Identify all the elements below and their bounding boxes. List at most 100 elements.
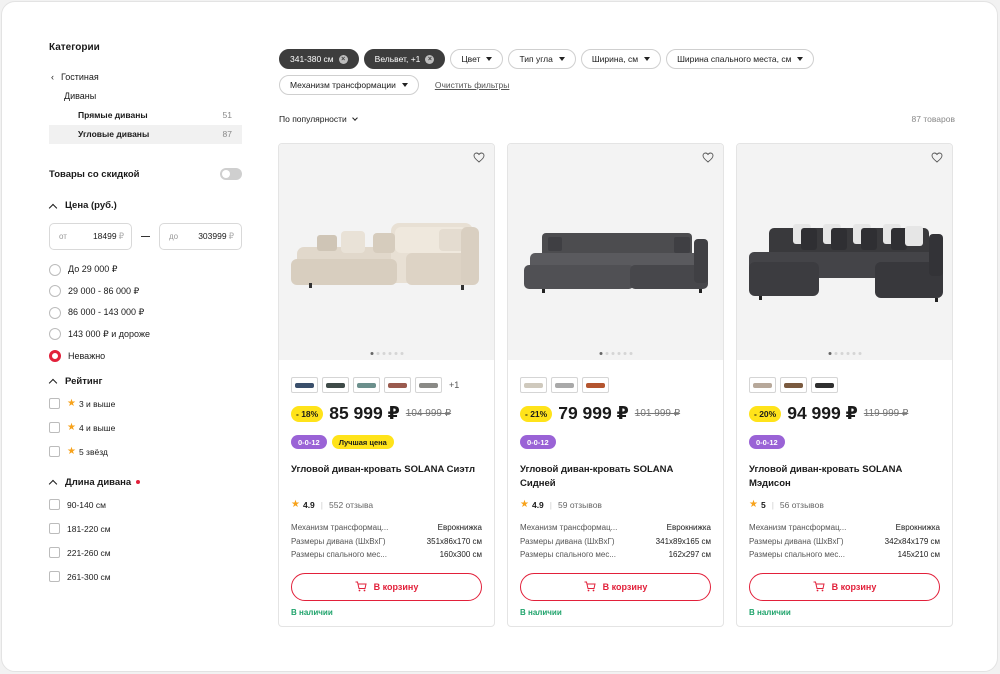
radio-button-selected[interactable] — [49, 349, 61, 362]
product-image[interactable] — [737, 144, 952, 360]
color-swatch[interactable] — [520, 376, 547, 393]
color-swatch[interactable] — [415, 376, 442, 393]
image-carousel-dots[interactable] — [599, 352, 632, 355]
filter-chip-width[interactable]: Ширина, см — [580, 49, 662, 69]
price-option[interactable]: 143 000 ₽ и дороже — [49, 324, 242, 346]
length-option[interactable]: 221-260 см — [49, 541, 242, 565]
color-swatch[interactable] — [749, 376, 776, 393]
checkbox[interactable] — [49, 422, 60, 433]
cart-button-label: В корзину — [831, 581, 877, 592]
product-image[interactable] — [279, 144, 494, 360]
checkbox[interactable] — [49, 499, 60, 510]
filter-chip-sleep-width[interactable]: Ширина спального места, см — [666, 49, 815, 69]
heart-icon[interactable] — [931, 152, 943, 163]
radio-button[interactable] — [49, 328, 61, 341]
spec-row: Механизм трансформац... Еврокнижка — [520, 521, 711, 535]
price-option[interactable]: До 29 000 ₽ — [49, 259, 242, 281]
price-section-header[interactable]: Цена (руб.) — [49, 200, 242, 211]
color-swatch[interactable] — [322, 376, 349, 393]
color-swatch[interactable] — [291, 376, 318, 393]
rating-value: 4.9 — [531, 499, 544, 510]
product-card[interactable]: +1 - 18% 85 999 ₽ 104 999 ₽ 0-0-12 Лучша… — [278, 143, 495, 627]
product-image[interactable] — [508, 144, 723, 360]
heart-icon[interactable] — [473, 152, 485, 163]
price-from-input[interactable]: от 18499 ₽ — [49, 223, 132, 250]
length-option[interactable]: 181-220 см — [49, 517, 242, 541]
reviews-count[interactable]: 59 отзывов — [558, 500, 602, 510]
color-swatch[interactable] — [582, 376, 609, 393]
rating-option[interactable]: ★ 3 и выше — [49, 392, 242, 416]
active-filter-chip-material[interactable]: Вельвет, +1 × — [363, 49, 446, 69]
heart-icon[interactable] — [702, 152, 714, 163]
price-to-input[interactable]: до 303999 ₽ — [159, 223, 242, 250]
color-swatch[interactable] — [780, 376, 807, 393]
category-sofas[interactable]: Диваны — [49, 87, 242, 106]
product-title[interactable]: Угловой диван-кровать SOLANA Мэдисон — [737, 449, 952, 497]
reviews-count[interactable]: 552 отзыва — [329, 500, 373, 510]
category-back-link[interactable]: ‹ Гостиная — [49, 68, 242, 87]
spec-row: Механизм трансформац... Еврокнижка — [749, 521, 940, 535]
spec-key: Механизм трансформац... — [749, 523, 847, 533]
badges: 0-0-12 — [737, 424, 952, 449]
checkbox[interactable] — [49, 547, 60, 558]
badges: 0-0-12 Лучшая цена — [279, 424, 494, 449]
color-swatches — [508, 360, 723, 396]
chevron-up-icon — [49, 202, 57, 210]
color-swatch[interactable] — [811, 376, 838, 393]
clear-filters-link[interactable]: Очистить фильтры — [435, 80, 510, 90]
rating-section-header[interactable]: Рейтинг — [49, 376, 242, 387]
checkbox[interactable] — [49, 571, 60, 582]
checkbox[interactable] — [49, 523, 60, 534]
product-card[interactable]: - 21% 79 999 ₽ 101 999 ₽ 0-0-12 Угловой … — [507, 143, 724, 627]
rating-option[interactable]: ★ 4 и выше — [49, 416, 242, 440]
price-option[interactable]: Неважно — [49, 345, 242, 367]
sidebar-item-corner-sofas[interactable]: Угловые диваны 87 — [49, 125, 242, 144]
price-option[interactable]: 29 000 - 86 000 ₽ — [49, 281, 242, 303]
price-row: - 18% 85 999 ₽ 104 999 ₽ — [279, 396, 494, 424]
discount-filter: Товары со скидкой — [49, 168, 242, 180]
length-section-header[interactable]: Длина дивана — [49, 477, 242, 488]
color-swatch[interactable] — [384, 376, 411, 393]
checkbox[interactable] — [49, 398, 60, 409]
add-to-cart-button[interactable]: В корзину — [291, 572, 482, 601]
close-icon[interactable]: × — [425, 54, 435, 64]
filter-chip-mechanism[interactable]: Механизм трансформации — [279, 75, 419, 95]
radio-button[interactable] — [49, 263, 61, 276]
color-swatch[interactable] — [353, 376, 380, 393]
length-option[interactable]: 261-300 см — [49, 565, 242, 589]
radio-button[interactable] — [49, 285, 61, 298]
price-option[interactable]: 86 000 - 143 000 ₽ — [49, 302, 242, 324]
filter-chip-color[interactable]: Цвет — [450, 49, 504, 69]
radio-button[interactable] — [49, 306, 61, 319]
close-icon[interactable]: × — [338, 54, 348, 64]
more-swatches[interactable]: +1 — [449, 380, 459, 390]
length-option-label: 90-140 см — [67, 499, 106, 510]
sort-dropdown[interactable]: По популярности — [279, 114, 358, 124]
add-to-cart-button[interactable]: В корзину — [749, 572, 940, 601]
product-title[interactable]: Угловой диван-кровать SOLANA Сидней — [508, 449, 723, 497]
product-card[interactable]: - 20% 94 999 ₽ 119 999 ₽ 0-0-12 Угловой … — [736, 143, 953, 627]
discount-toggle[interactable] — [220, 168, 242, 180]
spec-value: 351х86х170 см — [426, 536, 482, 546]
checkbox[interactable] — [49, 446, 60, 457]
color-swatch[interactable] — [551, 376, 578, 393]
image-carousel-dots[interactable] — [370, 352, 403, 355]
chip-label: 341-380 см — [290, 54, 334, 64]
rating-option[interactable]: ★ 5 звёзд — [49, 440, 242, 464]
spec-key: Размеры дивана (ШхВхГ) — [520, 536, 615, 546]
sidebar-item-straight-sofas[interactable]: Прямые диваны 51 — [49, 106, 242, 125]
product-title[interactable]: Угловой диван-кровать SOLANA Сиэтл — [279, 449, 494, 497]
filter-bar: 341-380 см × Вельвет, +1 × Цвет Тип угла Ш… — [279, 49, 959, 101]
length-option[interactable]: 90-140 см — [49, 493, 242, 517]
chip-label: Ширина, см — [591, 54, 639, 64]
active-filter-chip-length[interactable]: 341-380 см × — [279, 49, 359, 69]
image-carousel-dots[interactable] — [828, 352, 861, 355]
add-to-cart-button[interactable]: В корзину — [520, 572, 711, 601]
filter-chip-corner-type[interactable]: Тип угла — [508, 49, 576, 69]
product-specs: Механизм трансформац... Еврокнижка Размер… — [737, 510, 952, 562]
star-icon: ★ — [67, 398, 76, 409]
reviews-count[interactable]: 56 отзывов — [780, 500, 824, 510]
old-price: 101 999 ₽ — [634, 408, 681, 419]
length-options: 90-140 см 181-220 см 221-260 см 261-300 … — [49, 493, 242, 589]
product-count: 87 товаров — [911, 114, 955, 124]
